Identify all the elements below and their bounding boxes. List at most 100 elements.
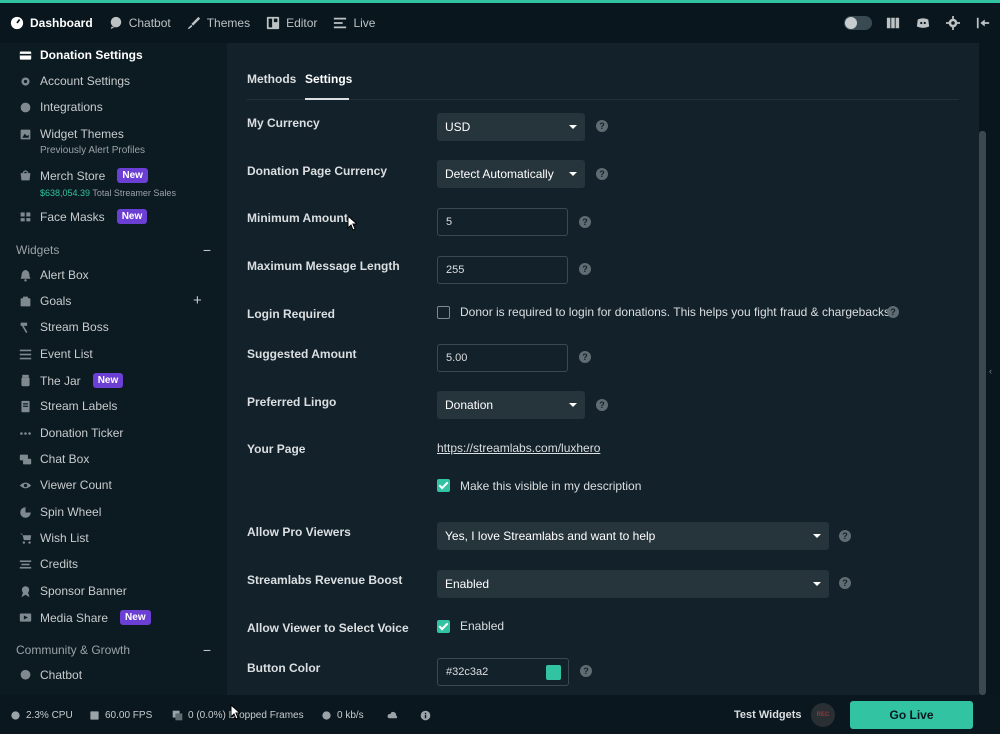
sidebar-item-stream-boss[interactable]: Stream Boss <box>18 320 109 334</box>
sidebar-item-chat-box[interactable]: Chat Box <box>18 452 89 466</box>
sidebar-item-account-settings[interactable]: Account Settings <box>18 74 130 88</box>
sidebar-item-label: Widget Themes <box>40 127 124 141</box>
sidebar-item-label: Sponsor Banner <box>40 584 127 598</box>
cloud-status[interactable] <box>387 710 398 721</box>
revenue-boost-select[interactable]: Enabled <box>437 570 829 598</box>
cpu-gear-icon <box>11 711 20 720</box>
sidebar-item-chatbot[interactable]: Chatbot <box>18 668 82 682</box>
help-icon[interactable]: ? <box>579 263 591 275</box>
merch-sales-label: Total Streamer Sales <box>92 188 176 198</box>
go-live-button[interactable]: Go Live <box>850 701 973 729</box>
eye-icon <box>18 478 32 492</box>
suggested-amount-input[interactable]: 5.00 <box>437 344 568 372</box>
chevron-down-icon <box>813 582 821 586</box>
sidebar-item-stream-labels[interactable]: Stream Labels <box>18 399 117 413</box>
preferred-lingo-label: Preferred Lingo <box>247 395 337 409</box>
fps-status: 60.00 FPS <box>89 710 152 721</box>
chevron-down-icon <box>813 534 821 538</box>
currency-select[interactable]: USD <box>437 113 585 141</box>
collapse-minus-icon[interactable]: − <box>203 642 211 658</box>
nav-chatbot[interactable]: Chatbot <box>109 3 177 43</box>
studio-mode-icon[interactable] <box>884 14 902 32</box>
scrollbar-thumb[interactable] <box>979 131 986 695</box>
sidebar-item-media-share[interactable]: Media Share New <box>18 610 151 625</box>
sidebar-item-donation-settings[interactable]: Donation Settings <box>18 48 143 62</box>
help-icon[interactable]: ? <box>839 577 851 589</box>
record-button[interactable]: REC <box>811 703 835 727</box>
currency-value: USD <box>445 120 471 134</box>
visible-description-checkbox[interactable] <box>437 479 450 492</box>
nav-dashboard[interactable]: Dashboard <box>10 3 99 43</box>
donation-icon <box>18 48 32 62</box>
chat-icon <box>18 452 32 466</box>
help-icon[interactable]: ? <box>839 530 851 542</box>
widgets-section-header[interactable]: Widgets − <box>16 242 211 258</box>
nav-live[interactable]: Live <box>333 3 381 43</box>
sidebar-item-sponsor-banner[interactable]: Sponsor Banner <box>18 584 127 598</box>
help-icon[interactable]: ? <box>887 306 899 318</box>
tab-settings[interactable]: Settings <box>305 72 352 86</box>
help-icon[interactable]: ? <box>579 216 591 228</box>
help-icon[interactable]: ? <box>596 120 608 132</box>
community-section-header[interactable]: Community & Growth − <box>16 642 211 658</box>
max-message-input[interactable]: 255 <box>437 256 568 284</box>
your-page-link[interactable]: https://streamlabs.com/luxhero <box>437 441 600 455</box>
help-icon[interactable]: ? <box>580 665 592 677</box>
help-icon[interactable]: ? <box>596 168 608 180</box>
lines-icon <box>18 557 32 571</box>
chat-bubble-icon <box>110 16 121 30</box>
lingo-select[interactable]: Donation <box>437 391 585 419</box>
pro-viewers-select[interactable]: Yes, I love Streamlabs and want to help <box>437 522 829 550</box>
community-section-title: Community & Growth <box>16 643 131 657</box>
sidebar-item-label: Spin Wheel <box>40 505 102 519</box>
chat-bubble-icon <box>18 668 32 682</box>
sidebar-item-event-list[interactable]: Event List <box>18 347 93 361</box>
help-icon[interactable]: ? <box>596 399 608 411</box>
sidebar-item-face-masks[interactable]: Face Masks New <box>18 209 148 224</box>
info-status[interactable] <box>420 710 431 721</box>
color-swatch[interactable] <box>546 665 561 680</box>
sidebar-item-donation-ticker[interactable]: Donation Ticker <box>18 426 123 440</box>
sidebar-item-wish-list[interactable]: Wish List <box>18 531 89 545</box>
collapse-panel-icon[interactable]: ‹ <box>989 366 992 376</box>
sidebar-item-alert-box[interactable]: Alert Box <box>18 268 89 282</box>
sidebar-item-spin-wheel[interactable]: Spin Wheel <box>18 505 101 519</box>
lingo-value: Donation <box>445 398 494 412</box>
your-page-label: Your Page <box>247 442 306 456</box>
top-right-controls <box>844 3 992 43</box>
minimum-amount-input[interactable]: 5 <box>437 208 568 236</box>
wheel-icon <box>18 505 32 519</box>
logout-icon[interactable] <box>974 14 992 32</box>
sidebar-item-goals[interactable]: Goals <box>18 294 71 308</box>
login-required-checkbox[interactable] <box>437 306 450 319</box>
new-badge: New <box>116 209 148 224</box>
help-icon[interactable]: ? <box>579 351 591 363</box>
page-currency-select[interactable]: Detect Automatically <box>437 160 585 188</box>
nav-editor[interactable]: Editor <box>266 3 323 43</box>
collapse-minus-icon[interactable]: − <box>203 242 211 258</box>
sidebar-item-widget-themes[interactable]: Widget Themes <box>18 127 124 141</box>
sidebar-item-integrations[interactable]: Integrations <box>18 100 103 114</box>
revenue-boost-value: Enabled <box>445 577 490 591</box>
sidebar-item-merch-store[interactable]: Merch Store New <box>18 168 148 183</box>
button-color-input[interactable]: #32c3a2 <box>437 658 569 686</box>
settings-tabs: Methods Settings <box>247 43 959 100</box>
tab-methods[interactable]: Methods <box>247 72 296 86</box>
sidebar-item-credits[interactable]: Credits <box>18 557 78 571</box>
pro-viewers-value: Yes, I love Streamlabs and want to help <box>445 529 656 543</box>
theme-toggle[interactable] <box>844 16 872 30</box>
discord-icon[interactable] <box>914 14 932 32</box>
test-widgets-button[interactable]: Test Widgets <box>734 709 802 721</box>
nav-live-label: Live <box>353 16 376 30</box>
gear-icon[interactable] <box>944 14 962 32</box>
max-message-label: Maximum Message Length <box>247 259 400 273</box>
sidebar-item-the-jar[interactable]: The Jar New <box>18 373 124 388</box>
select-voice-checkbox[interactable] <box>437 620 450 633</box>
sidebar-item-label: Event List <box>40 347 93 361</box>
nav-themes[interactable]: Themes <box>187 3 256 43</box>
cloud-icon <box>387 711 398 719</box>
active-tab-underline <box>305 98 349 100</box>
add-goal-plus-icon[interactable]: + <box>193 292 202 309</box>
sidebar-item-viewer-count[interactable]: Viewer Count <box>18 478 112 492</box>
sidebar-item-label: Stream Labels <box>40 399 118 413</box>
